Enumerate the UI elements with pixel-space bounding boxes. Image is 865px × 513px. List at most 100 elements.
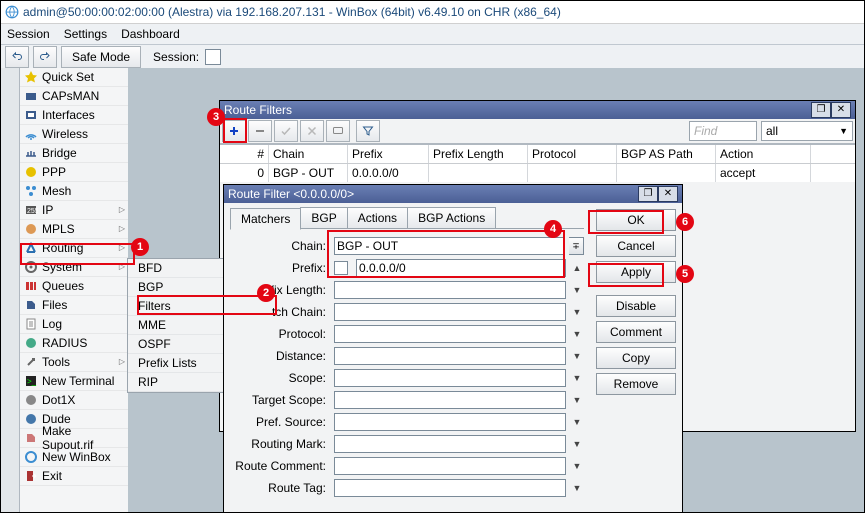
col-prefix[interactable]: Prefix — [348, 145, 429, 163]
redo-button[interactable] — [33, 46, 57, 68]
col-aspath[interactable]: BGP AS Path — [617, 145, 716, 163]
callout-1: 1 — [131, 238, 149, 256]
col-num[interactable]: # — [220, 145, 269, 163]
pref-source-input[interactable] — [334, 413, 566, 431]
invert-checkbox[interactable] — [334, 261, 348, 275]
routing-mark-input[interactable] — [334, 435, 566, 453]
sidebar-icon — [24, 469, 38, 483]
sidebar-icon — [24, 260, 38, 274]
menu-session[interactable]: Session — [7, 27, 50, 41]
match-chain-input[interactable] — [334, 303, 566, 321]
menu-settings[interactable]: Settings — [64, 27, 107, 41]
tab-bgp-actions[interactable]: BGP Actions — [407, 207, 496, 228]
sidebar-item-label: CAPsMAN — [42, 89, 99, 103]
dlg-titlebar[interactable]: Route Filter <0.0.0.0/0> ❐ ✕ — [224, 185, 682, 203]
col-chain[interactable]: Chain — [269, 145, 348, 163]
route-tag-input[interactable] — [334, 479, 566, 497]
remove-button[interactable] — [248, 120, 272, 142]
sidebar-item-interfaces[interactable]: Interfaces — [20, 106, 128, 125]
dlg-restore-icon[interactable]: ❐ — [638, 186, 658, 202]
sidebar: Quick Set CAPsMAN InterfacesWirelessBridge… — [20, 68, 129, 512]
menu-dashboard[interactable]: Dashboard — [121, 27, 180, 41]
chain-input[interactable]: BGP - OUT — [334, 237, 565, 255]
protocol-input[interactable] — [334, 325, 566, 343]
copy-button[interactable]: Copy — [596, 347, 676, 369]
scope-input[interactable] — [334, 369, 566, 387]
route-comment-input[interactable] — [334, 457, 566, 475]
undo-button[interactable] — [5, 46, 29, 68]
sidebar-item-ppp[interactable]: PPP — [20, 163, 128, 182]
sidebar-item-dot1x[interactable]: Dot1X — [20, 391, 128, 410]
sidebar-item-queues[interactable]: Queues — [20, 277, 128, 296]
rf-close-icon[interactable]: ✕ — [831, 102, 851, 118]
expand-toggle[interactable]: ▼ — [570, 458, 584, 474]
expand-toggle[interactable]: ▼ — [570, 326, 584, 342]
expand-toggle[interactable]: ▼ — [570, 436, 584, 452]
disable-button[interactable]: Disable — [596, 295, 676, 317]
main-toolbar: Safe Mode Session: — [1, 45, 864, 70]
expand-toggle[interactable]: ▼ — [570, 392, 584, 408]
add-button[interactable] — [222, 120, 246, 142]
col-proto[interactable]: Protocol — [528, 145, 617, 163]
prefix-length-input[interactable] — [334, 281, 566, 299]
tab-actions[interactable]: Actions — [347, 207, 408, 228]
filter-button[interactable] — [356, 120, 380, 142]
sidebar-item-label: Routing — [42, 241, 83, 255]
expand-toggle[interactable]: ▼ — [570, 282, 584, 298]
route-filters-titlebar[interactable]: Route Filters ❐ ✕ — [220, 101, 855, 119]
comment-button[interactable]: Comment — [596, 321, 676, 343]
dropdown-button[interactable]: ∓ — [569, 237, 584, 255]
sidebar-item-mesh[interactable]: Mesh — [20, 182, 128, 201]
col-action[interactable]: Action — [716, 145, 811, 163]
prefix-input[interactable]: 0.0.0.0/0 — [356, 259, 566, 277]
expand-toggle[interactable]: ▼ — [570, 370, 584, 386]
distance-input[interactable] — [334, 347, 566, 365]
sidebar-item-ip[interactable]: 255IP▷ — [20, 201, 128, 220]
field-label: Prefix: — [230, 261, 330, 275]
filter-select[interactable]: all▼ — [761, 121, 853, 141]
sidebar-item-new-terminal[interactable]: >_New Terminal — [20, 372, 128, 391]
sidebar-item-tools[interactable]: Tools▷ — [20, 353, 128, 372]
tab-matchers[interactable]: Matchers — [230, 208, 301, 230]
sidebar-item-exit[interactable]: Exit — [20, 467, 128, 486]
table-row[interactable]: 0 BGP - OUT 0.0.0.0/0 accept — [220, 164, 855, 182]
sidebar-item-routing[interactable]: Routing▷ — [20, 239, 128, 258]
target-scope-input[interactable] — [334, 391, 566, 409]
sidebar-item-system[interactable]: System▷ — [20, 258, 128, 277]
sidebar-item-bridge[interactable]: Bridge — [20, 144, 128, 163]
window-titlebar: admin@50:00:00:02:00:00 (Alestra) via 19… — [1, 1, 864, 24]
disable-button[interactable] — [300, 120, 324, 142]
rf-restore-icon[interactable]: ❐ — [811, 102, 831, 118]
find-input[interactable]: Find — [689, 121, 757, 141]
submenu-arrow-icon: ▷ — [119, 205, 125, 214]
sidebar-item-log[interactable]: Log — [20, 315, 128, 334]
comment-button[interactable] — [326, 120, 350, 142]
sidebar-item-label: System — [42, 260, 82, 274]
sidebar-item-capsman[interactable]: CAPsMAN — [20, 87, 128, 106]
expand-toggle[interactable]: ▼ — [570, 414, 584, 430]
field-label: Scope: — [230, 371, 330, 385]
apply-button[interactable]: Apply — [596, 261, 676, 283]
col-plen[interactable]: Prefix Length — [429, 145, 528, 163]
sidebar-item-make-supout-rif[interactable]: Make Supout.rif — [20, 429, 128, 448]
expand-toggle[interactable]: ▼ — [570, 480, 584, 496]
sidebar-item-files[interactable]: Files — [20, 296, 128, 315]
remove-button[interactable]: Remove — [596, 373, 676, 395]
cancel-button[interactable]: Cancel — [596, 235, 676, 257]
sidebar-item-mpls[interactable]: MPLS▷ — [20, 220, 128, 239]
dlg-close-icon[interactable]: ✕ — [658, 186, 678, 202]
tab-bgp[interactable]: BGP — [300, 207, 347, 228]
sidebar-item-quick-set[interactable]: Quick Set — [20, 68, 128, 87]
sidebar-item-radius[interactable]: RADIUS — [20, 334, 128, 353]
sidebar-item-new-winbox[interactable]: New WinBox — [20, 448, 128, 467]
ok-button[interactable]: OK — [596, 209, 676, 231]
enable-button[interactable] — [274, 120, 298, 142]
sidebar-item-wireless[interactable]: Wireless — [20, 125, 128, 144]
sidebar-icon — [24, 450, 38, 464]
expand-toggle[interactable]: ▼ — [570, 348, 584, 364]
sidebar-icon — [24, 355, 38, 369]
expand-toggle[interactable]: ▼ — [570, 304, 584, 320]
expand-toggle[interactable]: ▲ — [570, 260, 584, 276]
safe-mode-button[interactable]: Safe Mode — [61, 46, 141, 68]
sidebar-icon — [24, 222, 38, 236]
